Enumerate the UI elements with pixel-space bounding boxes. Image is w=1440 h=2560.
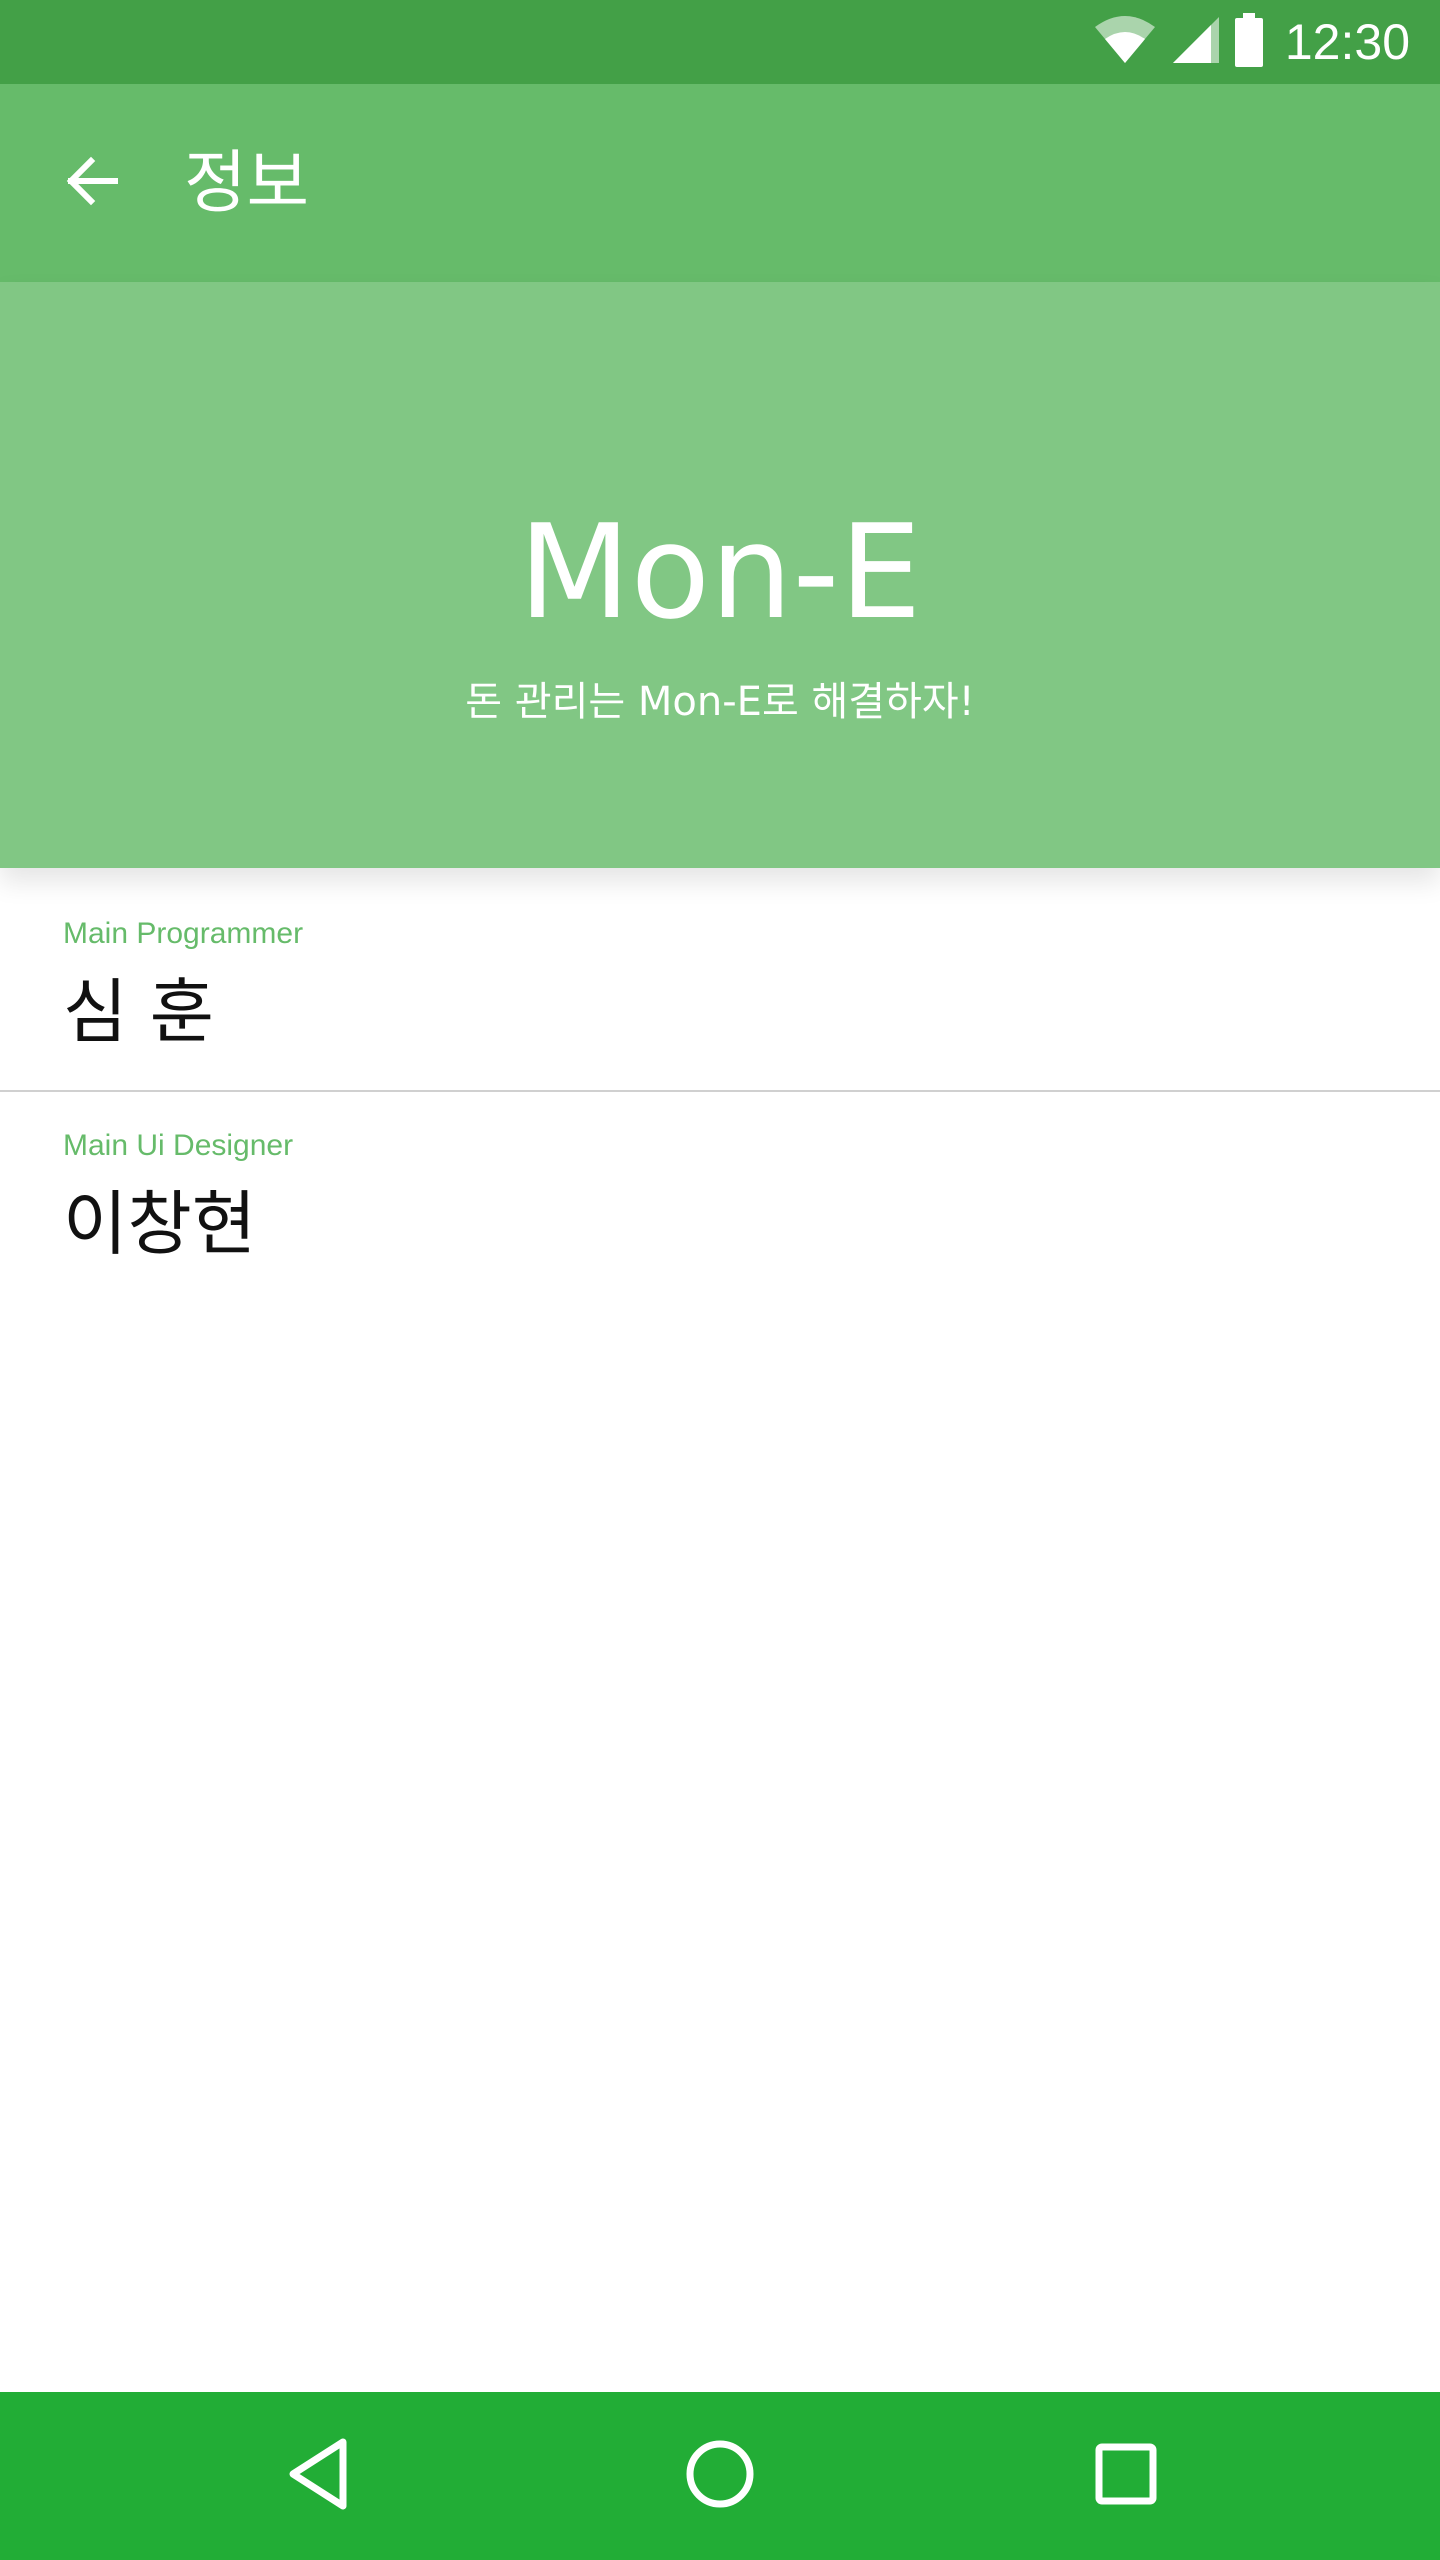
app-bar: 정보 [0,84,1440,282]
battery-icon [1234,13,1263,71]
page-title: 정보 [184,144,310,223]
credit-name: 이창현 [63,1183,257,1265]
nav-back-icon [283,2436,353,2516]
credit-name: 심 훈 [63,971,215,1053]
app-slogan: 돈 관리는 Mon-E로 해결하자! [465,679,975,725]
divider [0,1090,1440,1092]
wifi-icon [1093,15,1157,69]
status-bar: 12:30 [0,0,1440,84]
nav-home-icon [684,2438,756,2514]
status-time: 12:30 [1284,14,1410,70]
signal-icon [1171,15,1221,69]
credit-item-programmer: Main Programmer 심 훈 [0,914,1440,1062]
app-name: Mon-E [518,496,922,648]
back-button[interactable] [56,148,126,218]
nav-recents-icon [1095,2443,1157,2509]
nav-back-button[interactable] [268,2426,368,2526]
credit-role: Main Ui Designer [63,1129,294,1162]
app-info-header: Mon-E 돈 관리는 Mon-E로 해결하자! [0,282,1440,868]
system-nav-bar [0,2392,1440,2560]
nav-recents-button[interactable] [1076,2426,1176,2526]
credit-item-designer: Main Ui Designer 이창현 [0,1126,1440,1274]
nav-home-button[interactable] [670,2426,770,2526]
arrow-back-icon [63,153,119,213]
credit-role: Main Programmer [63,917,304,950]
